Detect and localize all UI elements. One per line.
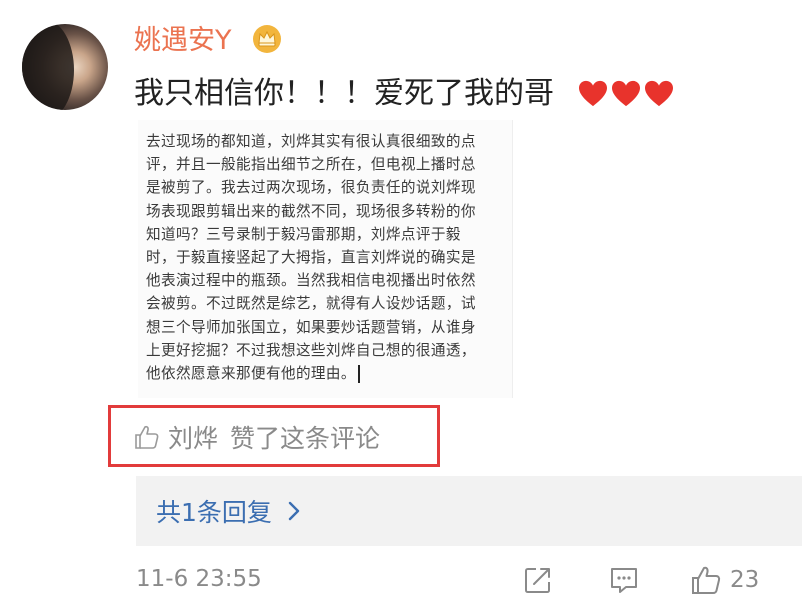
image-text: 去过现场的都知道，刘烨其实有很认真很细致的点 评，并且一般能指出细节之所在，但电… <box>146 130 506 385</box>
replies-label: 共1条回复 <box>156 498 272 527</box>
image-line: 上更好挖掘？不过我想这些刘烨自己想的很通透， <box>146 341 476 359</box>
heart-icon <box>579 80 607 107</box>
liked-text: 赞了这条评论 <box>230 424 381 453</box>
liker-name[interactable]: 刘烨 <box>168 419 218 455</box>
timestamp: 11-6 23:55 <box>136 566 262 592</box>
comment-icon <box>611 568 637 593</box>
image-line: 是被剪了。我去过两次现场，很负责任的说刘烨现 <box>146 179 476 197</box>
author-liked-row: 刘烨 赞了这条评论 <box>134 419 380 455</box>
image-line: 评，并且一般能指出细节之所在，但电视上播时总 <box>146 156 476 174</box>
view-replies-link[interactable]: 共1条回复 <box>156 493 302 529</box>
replies-panel: 共1条回复 <box>136 476 802 546</box>
like-button[interactable]: 23 <box>690 562 759 598</box>
image-line: 他依然愿意来那便有他的理由。 <box>146 365 356 383</box>
crown-badge-icon <box>253 25 281 53</box>
image-line: 他表演过程中的瓶颈。当然我相信电视播出时依然 <box>146 272 476 290</box>
chevron-right-icon <box>288 501 300 521</box>
user-name[interactable]: 姚遇安Y <box>134 24 232 58</box>
image-line: 会被剪。不过既然是综艺，就得有人设炒话题，试 <box>146 295 476 313</box>
image-line: 去过现场的都知道，刘烨其实有很认真很细致的点 <box>146 133 476 150</box>
reply-button[interactable] <box>608 562 640 598</box>
avatar[interactable] <box>22 24 108 110</box>
image-line: 场表现跟剪辑出来的截然不同，现场很多转粉的你 <box>146 202 476 220</box>
attached-image[interactable]: 去过现场的都知道，刘烨其实有很认真很细致的点 评，并且一般能指出细节之所在，但电… <box>138 120 513 398</box>
text-caret <box>357 365 360 384</box>
image-line: 想三个导师加张国立，如果要炒话题营销，从谁身 <box>146 318 476 336</box>
image-line: 知道吗？三号录制于毅冯雷那期，刘烨点评于毅 <box>146 225 461 243</box>
comment-card: 姚遇安Y 我只相信你！！！爱死了我的哥 去过现场的都知道，刘烨其实有很认真很细致… <box>0 0 810 606</box>
like-icon <box>692 566 721 594</box>
image-line: 时，于毅直接竖起了大拇指，直言刘烨说的确实是 <box>146 249 476 267</box>
share-icon <box>525 568 550 593</box>
heart-icon <box>612 80 640 107</box>
thumbs-up-icon <box>135 425 159 449</box>
share-button[interactable] <box>522 562 554 598</box>
heart-emojis <box>578 80 674 110</box>
like-count: 23 <box>730 567 760 593</box>
heart-icon <box>645 80 673 107</box>
comment-text: 我只相信你！！！爱死了我的哥 <box>134 76 554 111</box>
